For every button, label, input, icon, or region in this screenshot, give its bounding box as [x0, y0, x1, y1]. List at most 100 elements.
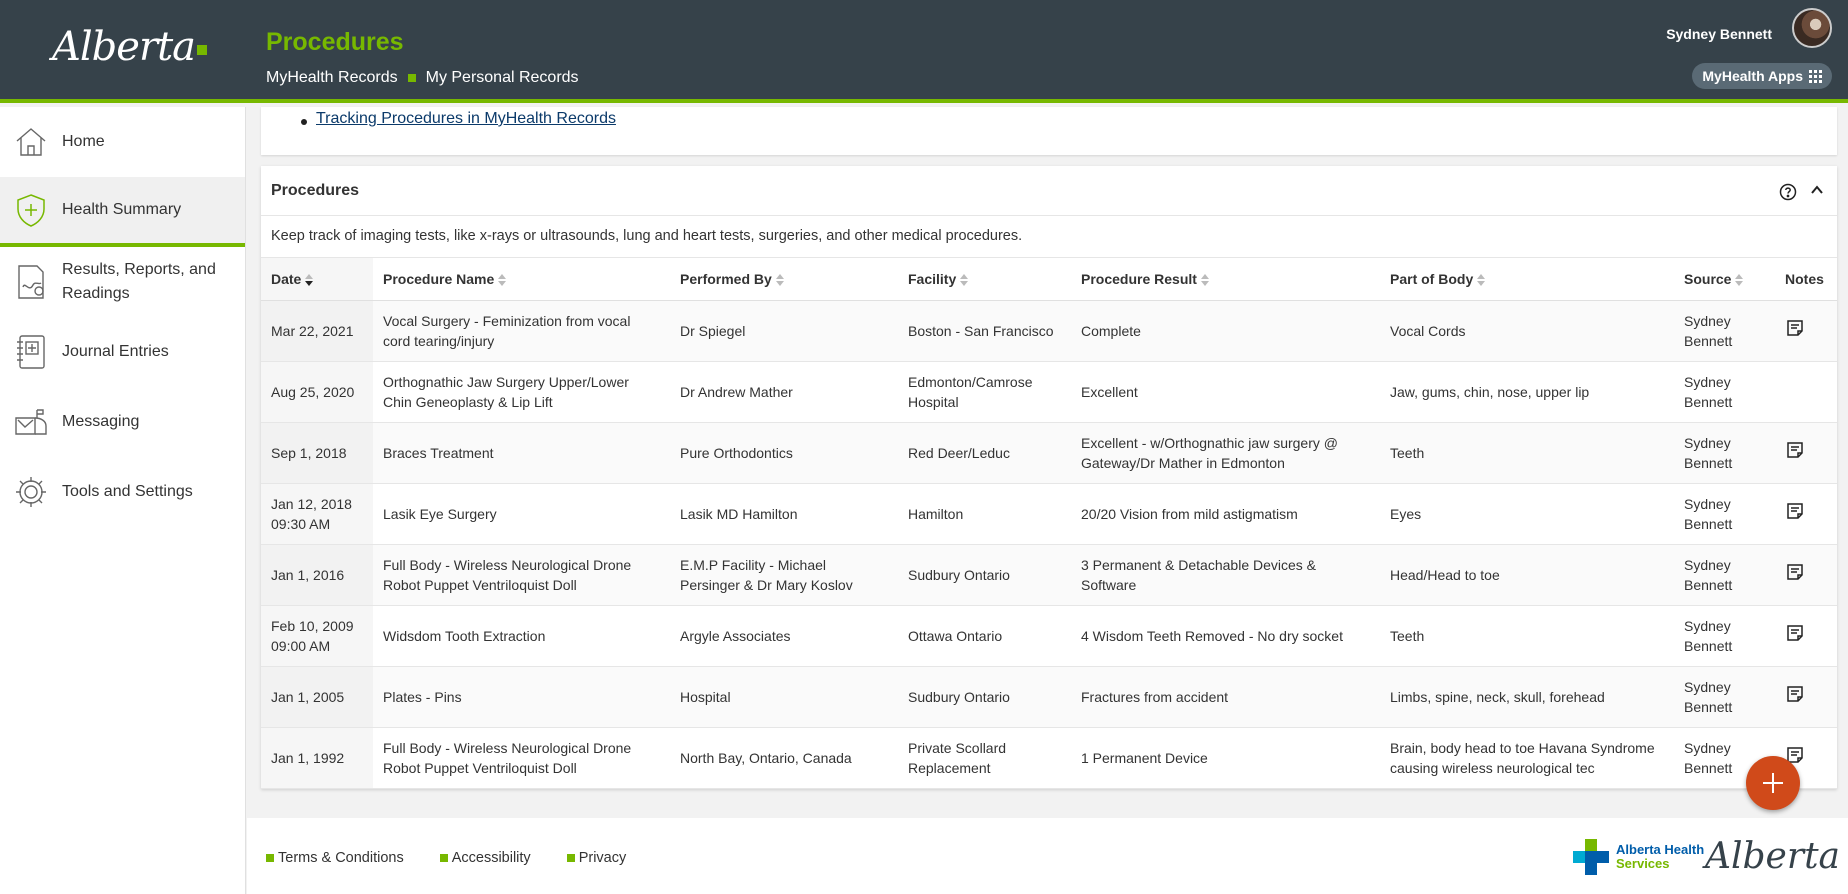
- card-description: Keep track of imaging tests, like x-rays…: [261, 216, 1837, 258]
- table-row[interactable]: Jan 1, 2005 Plates - Pins Hospital Sudbury …: [261, 666, 1837, 728]
- cell-facility: Hamilton: [898, 483, 1071, 545]
- grid-icon: [1809, 69, 1822, 83]
- sidebar-item-results[interactable]: Results, Reports, and Readings: [0, 247, 245, 317]
- column-header-part-of-body[interactable]: Part of Body: [1380, 258, 1674, 301]
- note-icon[interactable]: [1785, 623, 1805, 648]
- cell-notes: [1775, 544, 1837, 606]
- procedures-table: Date Procedure Name Performed By Facilit…: [261, 258, 1837, 789]
- card-header: Procedures: [261, 166, 1837, 216]
- breadcrumb-my-personal-records[interactable]: My Personal Records: [426, 69, 579, 87]
- sort-icon: [1477, 274, 1486, 287]
- cell-source: Sydney Bennett: [1674, 666, 1775, 728]
- note-icon[interactable]: [1785, 684, 1805, 709]
- cell-performed-by: Pure Orthodontics: [670, 422, 898, 484]
- footer: Terms & Conditions Accessibility Privacy…: [247, 818, 1848, 894]
- column-header-source[interactable]: Source: [1674, 258, 1775, 301]
- table-row[interactable]: Jan 12, 2018 09:30 AM Lasik Eye Surgery Las…: [261, 483, 1837, 545]
- column-header-procedure-result[interactable]: Procedure Result: [1071, 258, 1380, 301]
- footer-links: Terms & Conditions Accessibility Privacy: [266, 850, 626, 866]
- footer-link-privacy[interactable]: Privacy: [566, 850, 626, 866]
- avatar[interactable]: [1792, 8, 1832, 48]
- cell-procedure-name: Vocal Surgery - Feminization from vocal …: [373, 300, 670, 362]
- column-header-performed-by[interactable]: Performed By: [670, 258, 898, 301]
- gear-icon: [12, 472, 50, 512]
- sidebar-item-label: Journal Entries: [62, 343, 169, 360]
- ahs-logo[interactable]: Alberta Health Services: [1572, 838, 1704, 876]
- ahs-text: Alberta Health Services: [1616, 842, 1705, 871]
- cell-notes: [1775, 483, 1837, 545]
- sidebar-item-home[interactable]: Home: [0, 107, 245, 177]
- column-header-facility[interactable]: Facility: [898, 258, 1071, 301]
- cell-part-of-body: Jaw, gums, chin, nose, upper lip: [1380, 361, 1674, 423]
- cell-procedure-result: 3 Permanent & Detachable Devices & Softw…: [1071, 544, 1380, 606]
- footer-alberta-logo[interactable]: Alberta: [1705, 836, 1848, 894]
- sidebar-item-journal[interactable]: Journal Entries: [0, 317, 245, 387]
- app-header: Alberta Procedures MyHealth Records My P…: [0, 0, 1848, 103]
- sort-icon: [1735, 274, 1744, 287]
- cell-part-of-body: Eyes: [1380, 483, 1674, 545]
- footer-link-accessibility[interactable]: Accessibility: [439, 850, 531, 866]
- sidebar-item-health-summary[interactable]: Health Summary: [0, 177, 245, 247]
- cell-performed-by: North Bay, Ontario, Canada: [670, 727, 898, 789]
- cell-source: Sydney Bennett: [1674, 361, 1775, 423]
- table-row[interactable]: Mar 22, 2021 Vocal Surgery - Feminization…: [261, 300, 1837, 362]
- help-icon[interactable]: [1779, 183, 1797, 206]
- cell-performed-by: E.M.P Facility - Michael Persinger & Dr …: [670, 544, 898, 606]
- sort-desc-icon: [305, 274, 314, 287]
- note-icon[interactable]: [1785, 440, 1805, 465]
- cell-procedure-result: Excellent - w/Orthognathic jaw surgery @…: [1071, 422, 1380, 484]
- cell-facility: Ottawa Ontario: [898, 605, 1071, 667]
- user-name[interactable]: Sydney Bennett: [1666, 26, 1772, 42]
- sidebar-item-tools-settings[interactable]: Tools and Settings: [0, 457, 245, 527]
- card-title: Procedures: [271, 182, 360, 199]
- alberta-logo[interactable]: Alberta: [52, 24, 207, 70]
- column-header-procedure-name[interactable]: Procedure Name: [373, 258, 670, 301]
- table-row[interactable]: Feb 10, 2009 09:00 AM Widsdom Tooth Extrac…: [261, 605, 1837, 667]
- cell-facility: Edmonton/Camrose Hospital: [898, 361, 1071, 423]
- journal-icon: [12, 332, 50, 372]
- cell-date: Jan 12, 2018 09:30 AM: [261, 483, 373, 545]
- table-row[interactable]: Sep 1, 2018 Braces Treatment Pure Orthodon…: [261, 422, 1837, 484]
- sidebar-item-messaging[interactable]: Messaging: [0, 387, 245, 457]
- cell-source: Sydney Bennett: [1674, 544, 1775, 606]
- table-row[interactable]: Jan 1, 2016 Full Body - Wireless Neurolog…: [261, 544, 1837, 606]
- cell-procedure-result: 20/20 Vision from mild astigmatism: [1071, 483, 1380, 545]
- add-procedure-button[interactable]: [1746, 756, 1800, 810]
- tracking-procedures-link[interactable]: Tracking Procedures in MyHealth Records: [316, 110, 616, 128]
- sidebar-item-label: Tools and Settings: [62, 483, 193, 500]
- breadcrumb-myhealth-records[interactable]: MyHealth Records: [266, 69, 398, 87]
- cell-facility: Red Deer/Leduc: [898, 422, 1071, 484]
- breadcrumb: MyHealth Records My Personal Records: [266, 69, 579, 87]
- chevron-up-icon[interactable]: [1809, 182, 1825, 203]
- sort-icon: [498, 274, 507, 287]
- cell-procedure-name: Orthognathic Jaw Surgery Upper/Lower Chi…: [373, 361, 670, 423]
- cell-notes: [1775, 300, 1837, 362]
- breadcrumb-separator: [407, 74, 416, 82]
- table-row[interactable]: Jan 1, 1992 Full Body - Wireless Neurolog…: [261, 727, 1837, 789]
- cell-facility: Boston - San Francisco: [898, 300, 1071, 362]
- footer-link-terms[interactable]: Terms & Conditions: [266, 850, 404, 866]
- column-header-date[interactable]: Date: [261, 258, 373, 301]
- cell-notes: [1775, 422, 1837, 484]
- resources-card: Tracking Procedures in MyHealth Records: [261, 107, 1837, 155]
- table-row[interactable]: Aug 25, 2020 Orthognathic Jaw Surgery Upp…: [261, 361, 1837, 423]
- cell-procedure-result: 1 Permanent Device: [1071, 727, 1380, 789]
- cell-date: Jan 1, 2016: [261, 544, 373, 606]
- page-title: Procedures: [266, 28, 404, 56]
- cell-date: Jan 1, 2005: [261, 666, 373, 728]
- note-icon[interactable]: [1785, 501, 1805, 526]
- cell-date: Aug 25, 2020: [261, 361, 373, 423]
- cell-procedure-result: Fractures from accident: [1071, 666, 1380, 728]
- procedures-card: Procedures Keep track of imaging tests, …: [261, 166, 1837, 789]
- cell-facility: Sudbury Ontario: [898, 544, 1071, 606]
- cell-notes: [1775, 605, 1837, 667]
- cell-procedure-result: Complete: [1071, 300, 1380, 362]
- myhealth-apps-button[interactable]: MyHealth Apps: [1692, 63, 1832, 89]
- cell-source: Sydney Bennett: [1674, 300, 1775, 362]
- cell-source: Sydney Bennett: [1674, 422, 1775, 484]
- cell-procedure-name: Widsdom Tooth Extraction: [373, 605, 670, 667]
- note-icon[interactable]: [1785, 318, 1805, 343]
- cell-source: Sydney Bennett: [1674, 605, 1775, 667]
- note-icon[interactable]: [1785, 562, 1805, 587]
- cell-notes: [1775, 361, 1837, 423]
